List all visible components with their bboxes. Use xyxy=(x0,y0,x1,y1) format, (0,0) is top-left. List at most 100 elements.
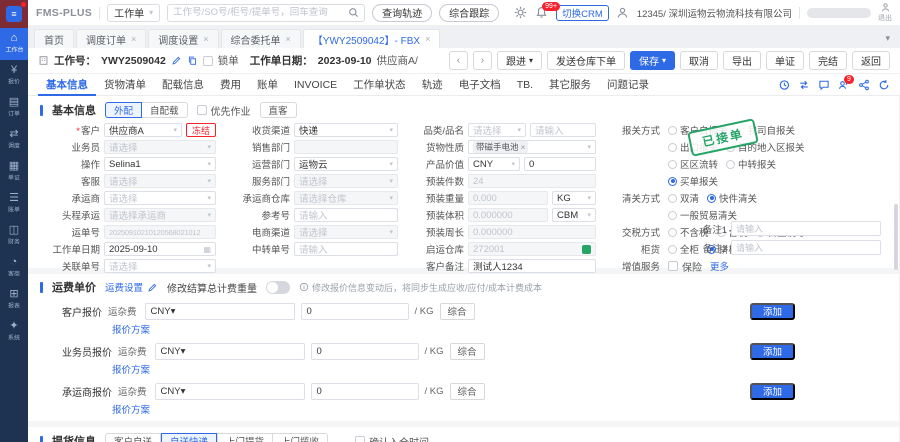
field-control[interactable]: CBM▾ xyxy=(552,208,596,222)
完结-button[interactable]: 完结 xyxy=(809,51,847,70)
field-control[interactable]: 请选择▾ xyxy=(294,225,398,239)
sidebar-item-报表[interactable]: ⊞报表 xyxy=(0,284,28,316)
field-control[interactable]: 供应商A▾ xyxy=(104,123,182,137)
page-tab[interactable]: 首页 xyxy=(34,29,74,48)
pickup-tab-上门揽收[interactable]: 上门揽收 xyxy=(272,433,328,442)
more-link[interactable]: 更多 xyxy=(710,259,729,273)
field-control[interactable]: 20250910210120568021012 xyxy=(104,225,216,239)
field-control[interactable]: 2025-09-10▦ xyxy=(104,242,216,256)
field-control[interactable]: 带磁手电池×▾ xyxy=(468,140,596,154)
field-control[interactable]: 请选择仓库▾ xyxy=(294,191,398,205)
combo-button[interactable]: 综合 xyxy=(450,383,485,400)
page-tab[interactable]: 调度设置× xyxy=(148,29,218,48)
保存-button[interactable]: 保存▾ xyxy=(630,51,675,70)
单证-button[interactable]: 单证 xyxy=(766,51,804,70)
sidebar-item-系统[interactable]: ✦系统 xyxy=(0,316,28,348)
add-button[interactable]: 添加 xyxy=(750,343,795,360)
close-icon[interactable]: × xyxy=(203,34,208,44)
返回-button[interactable]: 返回 xyxy=(852,51,890,70)
history-icon[interactable] xyxy=(778,79,790,91)
tab-基本信息[interactable]: 基本信息 xyxy=(38,74,96,96)
field-control[interactable]: 请选择▾ xyxy=(294,174,398,188)
team-icon[interactable]: 9 xyxy=(838,79,850,91)
field-control[interactable]: 快递▾ xyxy=(294,123,398,137)
sidebar-item-客商[interactable]: ◔客商 xyxy=(0,252,28,284)
field-control[interactable]: 272001 xyxy=(468,242,596,256)
sidebar-item-单证[interactable]: ▦单证 xyxy=(0,156,28,188)
field-control[interactable]: 0.000000 xyxy=(468,208,548,222)
tab-TB.[interactable]: TB. xyxy=(509,74,541,96)
sidebar-item-账单[interactable]: ☰账单 xyxy=(0,188,28,220)
next-workorder-button[interactable]: › xyxy=(473,51,492,70)
发送仓库下单-button[interactable]: 发送仓库下单 xyxy=(547,51,625,70)
switch-crm-button[interactable]: 切换CRM xyxy=(556,5,609,21)
sidebar-item-工作台[interactable]: ⌂工作台 xyxy=(0,28,28,60)
search-icon[interactable] xyxy=(348,7,359,18)
field-control[interactable]: 0.000000 xyxy=(468,225,596,239)
field-control[interactable]: KG▾ xyxy=(552,191,596,205)
direct-customer-button[interactable]: 直客 xyxy=(260,102,297,118)
refresh-icon[interactable] xyxy=(878,79,890,91)
page-tab[interactable]: 调度订单× xyxy=(76,29,146,48)
field-control[interactable]: Selina1▾ xyxy=(104,157,216,171)
mode-tab-自配载[interactable]: 自配载 xyxy=(141,102,188,118)
pickup-tab-客户自送[interactable]: 客户自送 xyxy=(105,433,161,442)
tab-INVOICE[interactable]: INVOICE xyxy=(286,74,345,96)
lock-order-checkbox[interactable] xyxy=(203,56,213,66)
search-input[interactable] xyxy=(173,7,344,18)
sidebar-item-报价[interactable]: ¥报价 xyxy=(0,60,28,92)
mode-tab-外配[interactable]: 外配 xyxy=(105,102,142,118)
tab-费用[interactable]: 费用 xyxy=(212,74,249,96)
search-scope-select[interactable]: 工作单 ▾ xyxy=(107,4,160,22)
add-button[interactable]: 添加 xyxy=(750,303,795,320)
field-control[interactable]: 请输入 xyxy=(294,208,398,222)
logout-button[interactable]: 退出 xyxy=(878,2,892,23)
取消-button[interactable]: 取消 xyxy=(680,51,718,70)
sidebar-item-财务[interactable]: ◫财务 xyxy=(0,220,28,252)
radio-option-双清[interactable]: 双清 xyxy=(668,191,699,205)
field-control[interactable] xyxy=(294,140,398,154)
amount-input[interactable]: 0 xyxy=(311,383,419,400)
tab-工作单状态[interactable]: 工作单状态 xyxy=(345,74,414,96)
confirm-warehouse-time-checkbox[interactable] xyxy=(355,436,365,442)
field-control[interactable]: 24 xyxy=(468,174,596,188)
currency-select[interactable]: CNY▾ xyxy=(155,383,305,400)
quote-plan-link[interactable]: 报价方案 xyxy=(112,402,887,416)
quote-plan-link[interactable]: 报价方案 xyxy=(112,362,887,376)
tab-其它服务[interactable]: 其它服务 xyxy=(541,74,599,96)
tab-账单[interactable]: 账单 xyxy=(249,74,286,96)
bell-icon[interactable]: 99+ xyxy=(535,6,549,20)
close-icon[interactable]: × xyxy=(425,34,430,44)
tab-货物清单[interactable]: 货物清单 xyxy=(96,74,154,96)
field-control[interactable]: 请选择▾ xyxy=(104,174,216,188)
pickup-tab-自送快递[interactable]: 自送快递 xyxy=(161,433,217,442)
edit-icon[interactable] xyxy=(171,55,182,66)
sidebar-item-调度[interactable]: ⇄调度 xyxy=(0,124,28,156)
close-icon[interactable]: × xyxy=(286,34,291,44)
scrollbar-thumb[interactable] xyxy=(894,204,898,270)
close-icon[interactable]: × xyxy=(131,34,136,44)
field-control[interactable]: 请选择▾ xyxy=(468,123,526,137)
page-tab[interactable]: 【YWY2509042】- FBX× xyxy=(303,29,441,48)
sidebar-item-订单[interactable]: ▤订单 xyxy=(0,92,28,124)
share-icon[interactable] xyxy=(858,79,870,91)
gear-icon[interactable] xyxy=(514,6,528,20)
transfer-icon[interactable] xyxy=(798,79,810,91)
field-control[interactable]: 请选择▾ xyxy=(104,140,216,154)
field-control[interactable]: CNY▾ xyxy=(468,157,520,171)
radio-option-一般贸易清关[interactable]: 一般贸易清关 xyxy=(668,208,737,222)
field-control[interactable]: 0 xyxy=(524,157,596,171)
radio-option-快件清关[interactable]: 快件清关 xyxy=(707,191,757,205)
priority-checkbox[interactable] xyxy=(197,105,207,115)
field-control[interactable]: 请选择承运商▾ xyxy=(104,208,216,222)
prev-workorder-button[interactable]: ‹ xyxy=(449,51,468,70)
跟进-button[interactable]: 跟进▾ xyxy=(497,51,542,70)
tab-问题记录[interactable]: 问题记录 xyxy=(599,74,657,96)
currency-select[interactable]: CNY▾ xyxy=(155,343,305,360)
close-icon[interactable]: × xyxy=(521,142,526,152)
field-control[interactable]: 请输入 xyxy=(294,242,398,256)
remark-input[interactable] xyxy=(731,221,881,236)
freight-settings-link[interactable]: 运费设置 xyxy=(105,280,143,294)
pickup-tab-上门提货[interactable]: 上门提货 xyxy=(217,433,273,442)
field-control[interactable]: 请输入 xyxy=(530,123,596,137)
